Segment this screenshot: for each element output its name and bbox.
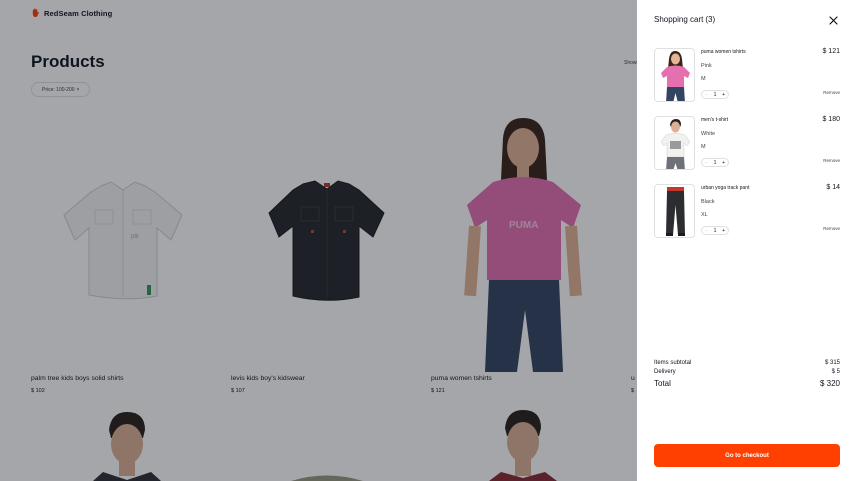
delivery-value: $ 5 (831, 369, 840, 375)
increase-quantity-button[interactable]: + (722, 92, 725, 98)
cart-item-price: $ 121 (822, 48, 840, 55)
remove-item-button[interactable]: Remove (823, 90, 840, 95)
cart-header: Shopping cart (3) (654, 15, 715, 24)
delivery-row: Delivery $ 5 (654, 369, 840, 375)
cart-item-price: $ 180 (822, 116, 840, 123)
quantity-stepper: − 1 + (701, 90, 729, 99)
close-icon[interactable] (828, 15, 839, 26)
subtotal-row: Items subtotal $ 315 (654, 360, 840, 366)
cart-item-color: White (701, 131, 716, 137)
cart-item-price: $ 14 (826, 184, 840, 191)
cart-item-size: M (701, 144, 706, 150)
shopping-cart-panel: Shopping cart (3) puma women tshirts Pin… (637, 0, 855, 481)
delivery-label: Delivery (654, 369, 676, 375)
cart-item-image (654, 184, 695, 238)
cart-item: urban yoga track pant Black XL $ 14 − 1 … (654, 184, 840, 239)
total-row: Total $ 320 (654, 379, 840, 388)
quantity-value: 1 (713, 159, 717, 166)
cart-item-size: M (701, 76, 706, 82)
increase-quantity-button[interactable]: + (722, 160, 725, 166)
cart-item-color: Black (701, 199, 715, 205)
remove-item-button[interactable]: Remove (823, 158, 840, 163)
total-label: Total (654, 379, 671, 388)
cart-item-size: XL (701, 212, 708, 218)
total-value: $ 320 (819, 379, 840, 388)
cart-item-name: men's t-shirt (701, 117, 729, 123)
checkout-button[interactable]: Go to checkout (654, 444, 840, 467)
cart-item-name: puma women tshirts (701, 49, 746, 55)
decrease-quantity-button[interactable]: − (705, 160, 708, 166)
cart-item: men's t-shirt White M $ 180 − 1 + Remove (654, 116, 840, 171)
remove-item-button[interactable]: Remove (823, 226, 840, 231)
quantity-stepper: − 1 + (701, 158, 729, 167)
subtotal-label: Items subtotal (654, 360, 692, 366)
cart-item: puma women tshirts Pink M $ 121 − 1 + Re… (654, 48, 840, 103)
subtotal-value: $ 315 (824, 360, 840, 366)
cart-count: (3) (705, 15, 716, 24)
increase-quantity-button[interactable]: + (722, 228, 725, 234)
quantity-value: 1 (713, 91, 717, 98)
cart-item-image (654, 48, 695, 102)
decrease-quantity-button[interactable]: − (705, 92, 708, 98)
cart-item-name: urban yoga track pant (701, 185, 750, 191)
cart-title: Shopping cart (654, 15, 704, 24)
cart-item-image (654, 116, 695, 170)
decrease-quantity-button[interactable]: − (705, 228, 708, 234)
quantity-stepper: − 1 + (701, 226, 729, 235)
cart-item-color: Pink (701, 63, 712, 69)
quantity-value: 1 (713, 227, 717, 234)
